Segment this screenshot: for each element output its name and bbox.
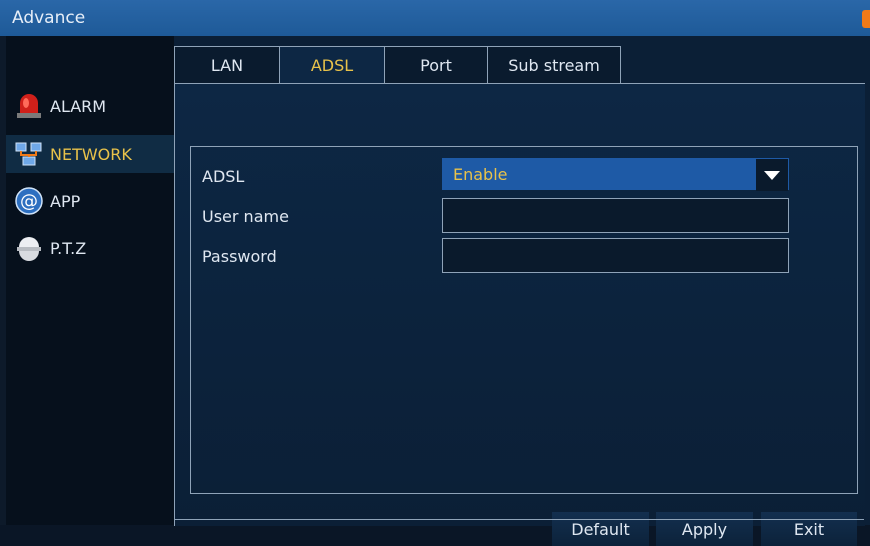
exit-button-label: Exit [793,519,825,539]
tab-label: Port [420,55,452,75]
tab-content: ADSL Enable User name Password Default A… [174,83,865,546]
adsl-label: ADSL [202,167,245,186]
username-field[interactable] [442,198,789,233]
tab-port[interactable]: Port [384,46,488,83]
tab-label: LAN [210,55,244,75]
sidebar-item-app[interactable]: @ APP [6,182,174,220]
default-button[interactable]: Default [552,512,649,546]
window-title: Advance [12,8,86,28]
network-icon [12,137,46,171]
adsl-settings-panel: ADSL Enable User name Password [190,146,858,494]
chevron-down-icon[interactable] [756,159,788,191]
ptz-dome-camera-icon [12,231,46,265]
at-sign-icon: @ [12,184,46,218]
apply-button-label: Apply [681,519,728,539]
adsl-select[interactable]: Enable [442,158,789,191]
tab-lan[interactable]: LAN [174,46,280,83]
svg-text:@: @ [20,191,38,212]
adsl-select-value: Enable [453,165,508,184]
sidebar-item-label: NETWORK [50,144,132,164]
tab-label: ADSL [310,56,354,75]
sidebar-item-label: ALARM [50,96,107,116]
exit-button[interactable]: Exit [761,512,857,546]
close-button[interactable] [862,10,870,28]
advance-window: Advance ALARM NETWORK @ APP P.T.Z LAN AD… [0,0,870,546]
username-label: User name [202,207,289,226]
password-label: Password [202,247,277,266]
alarm-siren-icon [12,89,46,123]
sidebar: ALARM NETWORK @ APP P.T.Z [6,36,174,525]
tab-sub-stream[interactable]: Sub stream [487,46,621,83]
main-area: LAN ADSL Port Sub stream ADSL Enable Use… [174,36,870,546]
default-button-label: Default [571,519,630,539]
sidebar-item-alarm[interactable]: ALARM [6,87,174,125]
tab-label: Sub stream [508,55,600,75]
apply-button[interactable]: Apply [656,512,753,546]
sidebar-item-label: P.T.Z [50,238,87,258]
password-field[interactable] [442,238,789,273]
bottom-divider [174,519,864,520]
tab-adsl[interactable]: ADSL [279,46,385,84]
sidebar-item-network[interactable]: NETWORK [6,135,174,173]
title-bar: Advance [0,0,870,36]
sidebar-item-label: APP [50,191,81,211]
sidebar-item-ptz[interactable]: P.T.Z [6,229,174,267]
